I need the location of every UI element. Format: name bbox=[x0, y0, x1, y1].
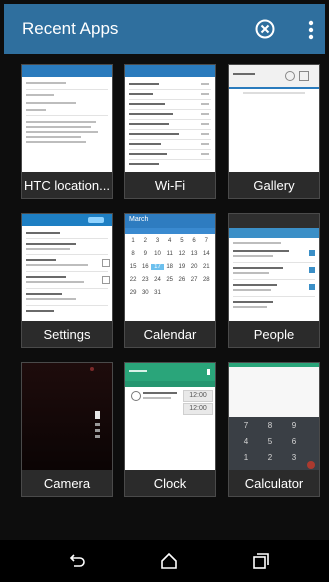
calendar-day: 8 bbox=[131, 251, 135, 257]
calendar-day: 31 bbox=[154, 290, 161, 296]
app-thumbnail bbox=[125, 65, 215, 172]
calculator-key: 5 bbox=[267, 437, 273, 446]
calendar-day: 29 bbox=[129, 290, 137, 296]
calendar-day: 16 bbox=[141, 264, 149, 270]
app-card-camera[interactable]: Camera bbox=[21, 362, 113, 497]
calendar-day: 13 bbox=[190, 251, 198, 257]
calendar-day: 27 bbox=[190, 277, 198, 283]
app-card-label: Calculator bbox=[244, 476, 304, 491]
back-icon bbox=[69, 554, 85, 567]
calendar-day: 14 bbox=[202, 251, 210, 257]
app-thumbnail: March 1 2 3 4 5 6 7 8 9 10 11 12 13 14 15 16 17 18 19 20 21 2… bbox=[125, 214, 215, 321]
page-title: Recent Apps bbox=[22, 19, 119, 38]
app-card-clock[interactable]: 12:00 12:00 Clock bbox=[124, 362, 216, 497]
calendar-day: 12 bbox=[178, 251, 186, 257]
calendar-day: 1 bbox=[131, 238, 135, 244]
app-card-htc-location[interactable]: HTC location... bbox=[21, 64, 113, 199]
calendar-day: 30 bbox=[141, 290, 149, 296]
app-card-wifi[interactable]: Wi-Fi bbox=[124, 64, 216, 199]
calendar-day: 20 bbox=[190, 264, 198, 270]
calculator-key: 2 bbox=[267, 453, 273, 462]
app-card-label: Clock bbox=[153, 476, 187, 491]
clock-time-1: 12:00 bbox=[189, 392, 207, 399]
calendar-day: 19 bbox=[178, 264, 186, 270]
calculator-key: 9 bbox=[291, 421, 297, 430]
app-thumbnail bbox=[229, 65, 319, 172]
calculator-key: 4 bbox=[243, 437, 249, 446]
calendar-day: 5 bbox=[180, 238, 184, 244]
calendar-day: 26 bbox=[178, 277, 186, 283]
overflow-menu-icon bbox=[308, 20, 314, 40]
recent-apps-screen: Recent Apps HTC location... Wi-Fi Galler… bbox=[0, 0, 329, 582]
calendar-day: 11 bbox=[166, 251, 173, 257]
calendar-day: 22 bbox=[129, 277, 137, 283]
calendar-day: 7 bbox=[204, 238, 208, 244]
calendar-day: 15 bbox=[129, 264, 137, 270]
app-card-gallery[interactable]: Gallery bbox=[228, 64, 320, 199]
calendar-day: 6 bbox=[192, 238, 196, 244]
calendar-day: 25 bbox=[166, 277, 174, 283]
app-card-label: Calendar bbox=[143, 327, 197, 342]
calendar-day: 17 bbox=[151, 264, 164, 270]
app-card-settings[interactable]: Settings bbox=[21, 213, 113, 348]
calendar-day: 3 bbox=[155, 238, 160, 244]
app-thumbnail bbox=[229, 214, 319, 321]
recents-button[interactable] bbox=[250, 551, 270, 571]
app-card-label: Wi-Fi bbox=[154, 178, 186, 193]
calendar-month-label: March bbox=[129, 216, 149, 223]
calculator-key: 6 bbox=[291, 437, 297, 446]
app-card-label: People bbox=[253, 327, 295, 342]
close-all-button[interactable] bbox=[255, 19, 275, 39]
app-card-label: HTC location... bbox=[24, 178, 110, 193]
app-card-calculator[interactable]: 7 8 9 4 5 6 1 2 3 Calculator bbox=[228, 362, 320, 497]
calculator-key: 3 bbox=[291, 453, 297, 462]
app-card-label: Camera bbox=[43, 476, 91, 491]
app-card-label: Gallery bbox=[253, 178, 295, 193]
app-card-label: Settings bbox=[43, 327, 91, 342]
calendar-day: 28 bbox=[202, 277, 210, 283]
calendar-day: 2 bbox=[143, 238, 147, 244]
calendar-day: 9 bbox=[143, 251, 147, 257]
calculator-key: 7 bbox=[243, 421, 249, 430]
app-thumbnail bbox=[22, 65, 112, 172]
app-card-calendar[interactable]: March 1 2 3 4 5 6 7 8 9 10 11 12 13 14 15 16 17 18 19 20 21 2… bbox=[124, 213, 216, 348]
clock-time-2: 12:00 bbox=[189, 405, 207, 412]
calculator-key: 8 bbox=[267, 421, 273, 430]
action-bar: Recent Apps bbox=[4, 4, 325, 54]
app-thumbnail: 12:00 12:00 bbox=[125, 363, 215, 470]
calendar-grid: 1 2 3 4 5 6 7 8 9 10 11 12 13 14 15 16 17 18 19 20 21 22 23 24 2… bbox=[127, 236, 213, 320]
calendar-day: 21 bbox=[202, 264, 210, 270]
app-thumbnail bbox=[22, 214, 112, 321]
clock-time-box-2: 12:00 bbox=[183, 403, 213, 415]
close-circle-icon bbox=[255, 19, 275, 39]
calculator-key: 1 bbox=[243, 453, 249, 462]
clock-time-box-1: 12:00 bbox=[183, 390, 213, 402]
app-card-people[interactable]: People bbox=[228, 213, 320, 348]
recents-icon bbox=[253, 553, 269, 569]
navigation-bar bbox=[0, 540, 329, 582]
overflow-menu-button[interactable] bbox=[304, 18, 318, 42]
back-button[interactable] bbox=[68, 551, 88, 571]
calendar-day: 23 bbox=[141, 277, 149, 283]
home-button[interactable] bbox=[159, 551, 179, 571]
calendar-day: 4 bbox=[168, 238, 172, 244]
app-thumbnail: 7 8 9 4 5 6 1 2 3 bbox=[229, 363, 319, 470]
calendar-day: 10 bbox=[154, 251, 161, 257]
calendar-day: 18 bbox=[166, 264, 174, 270]
home-icon bbox=[161, 552, 177, 569]
app-thumbnail bbox=[22, 363, 112, 470]
calculator-keypad: 7 8 9 4 5 6 1 2 3 bbox=[229, 417, 319, 470]
calendar-day: 24 bbox=[154, 277, 161, 283]
